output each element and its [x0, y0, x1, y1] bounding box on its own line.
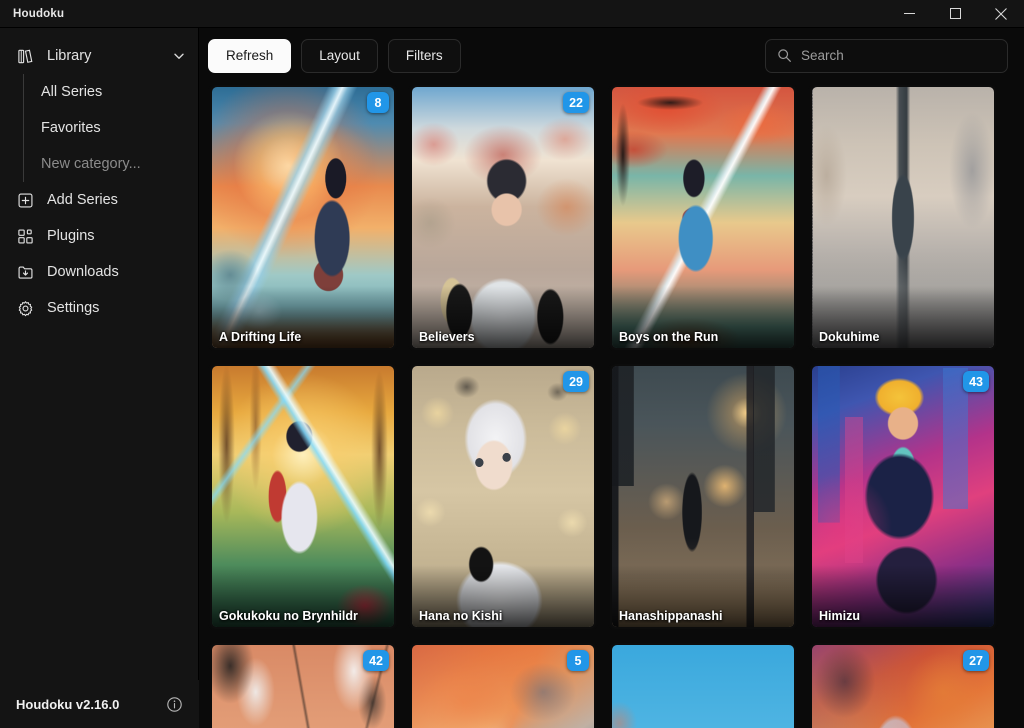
sidebar-item-label-all-series: All Series	[41, 84, 103, 100]
series-title: A Drifting Life	[219, 330, 302, 344]
sidebar-item-label-downloads: Downloads	[47, 264, 119, 280]
unread-count-badge: 42	[363, 650, 389, 671]
search-input[interactable]	[801, 48, 996, 63]
sidebar-item-new-category[interactable]: New category...	[24, 146, 198, 182]
app-version: Houdoku v2.16.0	[16, 696, 120, 712]
app-title: Houdoku	[13, 7, 65, 20]
sidebar: Library All Series Favorites New categor…	[0, 28, 199, 728]
sidebar-item-label-settings: Settings	[47, 300, 100, 316]
sidebar-item-settings[interactable]: Settings	[0, 290, 198, 326]
series-cover-art	[812, 87, 994, 348]
series-title: Hanashippanashi	[619, 609, 723, 623]
plus-square-icon	[16, 191, 34, 209]
library-subcategories: All Series Favorites New category...	[23, 74, 198, 182]
search-icon	[777, 48, 792, 63]
sidebar-item-add-series[interactable]: Add Series	[0, 182, 198, 218]
series-card[interactable]: Ichi the Killer5	[408, 641, 598, 728]
sidebar-item-label-library: Library	[47, 48, 92, 64]
main-content: Refresh Layout Filters A Drifting Life 8 …	[200, 28, 1024, 728]
unread-count-badge: 27	[963, 650, 989, 671]
maximize-button[interactable]	[932, 0, 978, 28]
series-cover-art	[612, 645, 794, 728]
series-cover-art	[612, 87, 794, 348]
series-card[interactable]: Gokukoku no Brynhildr	[208, 362, 398, 631]
library-icon	[16, 47, 34, 65]
series-title: Boys on the Run	[619, 330, 719, 344]
series-card[interactable]: Kasane27	[808, 641, 998, 728]
sidebar-item-plugins[interactable]: Plugins	[0, 218, 198, 254]
sidebar-item-label-new-category: New category...	[41, 156, 141, 172]
sidebar-footer: Houdoku v2.16.0	[0, 680, 199, 728]
series-card[interactable]: Hoshi no Samidare42	[208, 641, 398, 728]
series-card[interactable]: Hanashippanashi	[608, 362, 798, 631]
minimize-button[interactable]	[886, 0, 932, 28]
unread-count-badge: 8	[367, 92, 389, 113]
sidebar-item-library[interactable]: Library	[0, 38, 198, 74]
sidebar-item-downloads[interactable]: Downloads	[0, 254, 198, 290]
sidebar-item-label-add-series: Add Series	[47, 192, 118, 208]
series-card[interactable]: Believers 22	[408, 83, 598, 352]
sidebar-item-label-favorites: Favorites	[41, 120, 101, 136]
series-cover-art	[412, 366, 594, 627]
series-card[interactable]: Himizu 43	[808, 362, 998, 631]
series-card[interactable]: Boys on the Run	[608, 83, 798, 352]
sidebar-item-favorites[interactable]: Favorites	[24, 110, 198, 146]
series-title: Himizu	[819, 609, 860, 623]
series-title: Hana no Kishi	[419, 609, 503, 623]
window-controls	[886, 0, 1024, 28]
unread-count-badge: 29	[563, 371, 589, 392]
layout-button[interactable]: Layout	[301, 38, 378, 73]
maximize-icon	[949, 8, 961, 19]
filters-button[interactable]: Filters	[387, 38, 461, 73]
series-cover-art	[612, 366, 794, 627]
series-title: Believers	[419, 330, 475, 344]
series-cover-art	[812, 366, 994, 627]
search-box[interactable]	[765, 38, 1008, 73]
sidebar-item-label-plugins: Plugins	[47, 228, 95, 244]
sidebar-item-all-series[interactable]: All Series	[24, 74, 198, 110]
info-icon[interactable]	[165, 695, 183, 713]
series-card[interactable]: A Drifting Life 8	[208, 83, 398, 352]
refresh-button[interactable]: Refresh	[208, 38, 292, 73]
download-folder-icon	[16, 263, 34, 281]
series-card[interactable]: Dokuhime	[808, 83, 998, 352]
series-title: Dokuhime	[819, 330, 880, 344]
close-button[interactable]	[978, 0, 1024, 28]
series-cover-art	[212, 87, 394, 348]
title-bar: Houdoku	[0, 0, 1024, 28]
series-title: Gokukoku no Brynhildr	[219, 609, 358, 623]
toolbar: Refresh Layout Filters	[200, 28, 1024, 83]
series-grid: A Drifting Life 8 Believers 22 Boys on the…	[200, 83, 1024, 728]
minimize-icon	[903, 13, 915, 14]
chevron-down-icon[interactable]	[172, 49, 186, 63]
series-cover-art	[212, 366, 394, 627]
gear-icon	[16, 299, 34, 317]
sidebar-nav: Library All Series Favorites New categor…	[0, 28, 198, 326]
unread-count-badge: 22	[563, 92, 589, 113]
unread-count-badge: 43	[963, 371, 989, 392]
unread-count-badge: 5	[567, 650, 589, 671]
plugins-icon	[16, 227, 34, 245]
close-icon	[995, 7, 1007, 20]
series-card[interactable]: Jisatsu Circle	[608, 641, 798, 728]
series-cover-art	[412, 87, 594, 348]
series-card[interactable]: Hana no Kishi 29	[408, 362, 598, 631]
